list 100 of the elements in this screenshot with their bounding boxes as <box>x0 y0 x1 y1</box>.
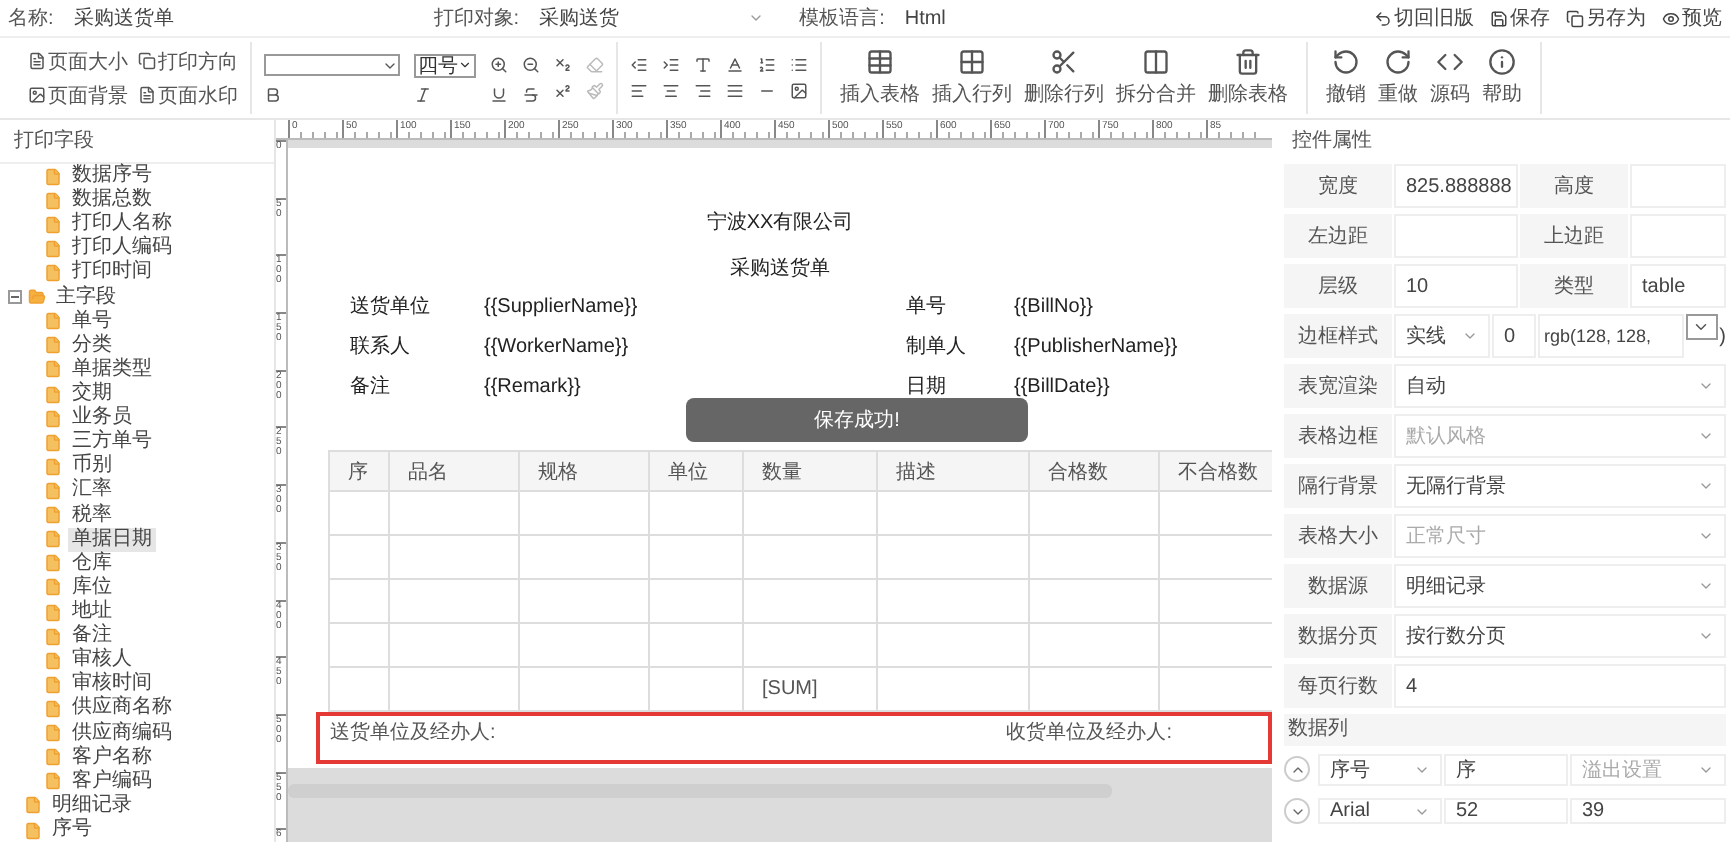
bold-icon[interactable] <box>264 85 282 103</box>
tree-item[interactable]: 币别 <box>68 454 116 479</box>
font-select[interactable]: Arial <box>1318 798 1442 824</box>
tree-item[interactable]: 三方单号 <box>68 430 156 455</box>
columns-icon <box>1142 48 1170 76</box>
tree-item[interactable]: 库位 <box>68 575 116 600</box>
justify-icon[interactable] <box>726 82 744 100</box>
align-right-icon[interactable] <box>694 82 712 100</box>
tree-item[interactable]: 数据序号 <box>68 164 156 189</box>
object-select[interactable]: 采购送货 <box>531 2 772 34</box>
subscript-icon[interactable] <box>554 56 572 74</box>
toolbar-button[interactable]: 源码 <box>1424 48 1476 108</box>
column-header: 规格 <box>519 451 649 491</box>
tree-item[interactable]: 备注 <box>68 624 116 649</box>
superscript-icon[interactable] <box>554 82 572 100</box>
property-label: 宽度 <box>1284 164 1392 208</box>
tree-item[interactable]: 客户名称 <box>68 745 156 770</box>
tree-item[interactable]: 客户编码 <box>68 769 156 794</box>
header-action[interactable]: 切回旧版 <box>1374 4 1474 32</box>
tree-item[interactable]: 明细记录 <box>48 793 136 818</box>
file-icon <box>44 748 62 767</box>
align-center-icon[interactable] <box>662 82 680 100</box>
page-setting-button[interactable]: 页面背景 <box>28 81 128 109</box>
width-input[interactable]: 52 <box>1444 798 1568 824</box>
caret-icon <box>1692 318 1711 336</box>
panel-title: 打印字段 <box>0 120 274 164</box>
border-color-input[interactable]: rgb(128, 128, <box>1538 314 1684 358</box>
field-select[interactable]: 序号 <box>1318 753 1442 785</box>
page-setting-button[interactable]: 打印方向 <box>138 47 238 75</box>
tree-item[interactable]: 审核时间 <box>68 672 156 697</box>
page-setting-button[interactable]: 页面水印 <box>138 81 238 109</box>
property-input[interactable]: 10 <box>1394 264 1518 308</box>
image-icon[interactable] <box>790 82 808 100</box>
tree-item[interactable]: 打印人编码 <box>68 236 176 261</box>
property-label: 类型 <box>1520 264 1628 308</box>
outdent-icon[interactable] <box>630 56 648 74</box>
color-picker-button[interactable] <box>1685 314 1718 340</box>
header-action[interactable]: 保存 <box>1490 4 1550 32</box>
tree-item[interactable]: 分类 <box>68 333 116 358</box>
tree-item[interactable]: 单据日期 <box>68 527 156 552</box>
italic-icon[interactable] <box>414 85 432 103</box>
tree-item[interactable]: 主字段 <box>52 285 120 310</box>
text-field[interactable]: Html <box>896 2 1117 34</box>
tree-item[interactable]: 打印时间 <box>68 260 156 285</box>
table-tool-button[interactable]: 插入表格 <box>834 48 926 108</box>
tree-item[interactable]: 税率 <box>68 503 116 528</box>
tree-item[interactable]: 交期 <box>68 382 116 407</box>
table-tool-button[interactable]: 拆分合并 <box>1110 48 1202 108</box>
border-width-input[interactable]: 0 <box>1492 314 1536 358</box>
property-input[interactable]: 4 <box>1394 664 1726 708</box>
ordered-list-icon[interactable] <box>758 56 776 74</box>
field-label: 单号 <box>906 294 948 320</box>
font-size-select[interactable]: 四号 <box>414 53 476 77</box>
text-field[interactable]: 采购送货单 <box>65 2 406 34</box>
text-size-icon[interactable] <box>694 56 712 74</box>
table-tool-button[interactable]: 删除表格 <box>1202 48 1294 108</box>
zoom-out-icon[interactable] <box>522 56 540 74</box>
tree-item[interactable]: 单据类型 <box>68 357 156 382</box>
align-left-icon[interactable] <box>630 82 648 100</box>
tree-item[interactable]: 地址 <box>68 600 116 625</box>
page-setting-button[interactable]: 页面大小 <box>28 47 128 75</box>
height-input[interactable]: 39 <box>1570 798 1726 824</box>
border-style-select[interactable]: 实线 <box>1394 314 1490 358</box>
tree-item[interactable]: 仓库 <box>68 551 116 576</box>
tree-item[interactable]: 审核人 <box>68 648 136 673</box>
table-tool-button[interactable]: 删除行列 <box>1018 48 1110 108</box>
table-tool-button[interactable]: 插入行列 <box>926 48 1018 108</box>
zoom-in-icon[interactable] <box>490 56 508 74</box>
text-icon[interactable] <box>726 56 744 74</box>
property-select[interactable]: 自动 <box>1394 364 1726 408</box>
property-select[interactable]: 无隔行背景 <box>1394 464 1726 508</box>
toolbar-button[interactable]: 撤销 <box>1320 48 1372 108</box>
indent-icon[interactable] <box>662 56 680 74</box>
scrollbar[interactable] <box>288 784 1112 798</box>
document-title: 采购送货单 <box>728 255 832 278</box>
column-header: 描述 <box>877 451 1029 491</box>
list-icon[interactable] <box>790 56 808 74</box>
tree-item[interactable]: 序号 <box>48 818 96 842</box>
underline-icon[interactable] <box>490 85 508 103</box>
collapse-icon[interactable] <box>8 290 22 305</box>
tree-item[interactable]: 业务员 <box>68 406 136 431</box>
property-input[interactable]: 825.888888 <box>1394 164 1518 208</box>
strikethrough-icon[interactable] <box>522 85 540 103</box>
footer-band[interactable]: 送货单位及经办人: 收货单位及经办人: <box>316 712 1272 764</box>
tree-item[interactable]: 数据总数 <box>68 188 156 213</box>
caption-input[interactable]: 序 <box>1444 753 1568 785</box>
toolbar-button[interactable]: 帮助 <box>1476 48 1528 108</box>
header-action[interactable]: 另存为 <box>1566 4 1646 32</box>
toolbar-button[interactable]: 重做 <box>1372 48 1424 108</box>
font-select[interactable] <box>264 54 400 76</box>
tree-item[interactable]: 汇率 <box>68 478 116 503</box>
tree-item[interactable]: 单号 <box>68 309 116 334</box>
property-select[interactable]: 明细记录 <box>1394 564 1726 608</box>
property-select[interactable]: 按行数分页 <box>1394 614 1726 658</box>
tree-item[interactable]: 供应商名称 <box>68 696 176 721</box>
property-input[interactable]: table <box>1630 264 1726 308</box>
caret-icon <box>1698 578 1714 594</box>
tree-item[interactable]: 打印人名称 <box>68 212 176 237</box>
tree-item[interactable]: 供应商编码 <box>68 721 176 746</box>
header-action[interactable]: 预览 <box>1662 4 1722 32</box>
